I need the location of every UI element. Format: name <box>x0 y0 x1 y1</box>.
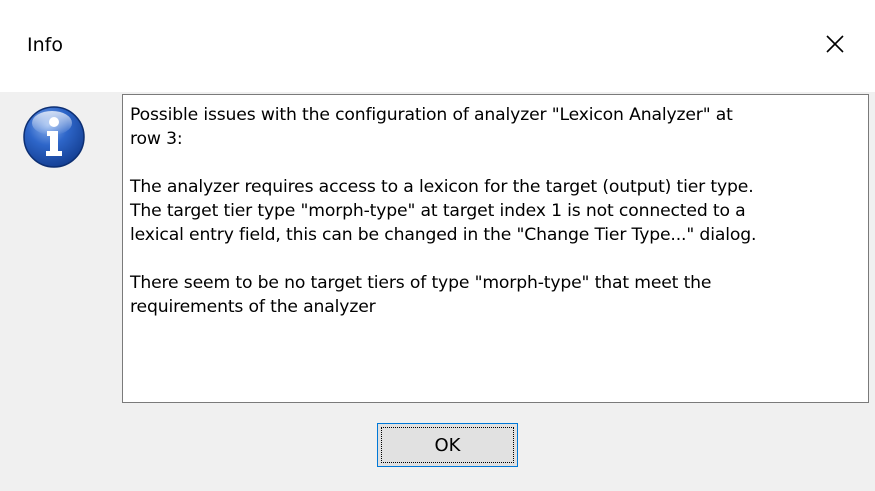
title-bar[interactable]: Info <box>0 0 875 92</box>
message-paragraph-1: Possible issues with the configuration o… <box>130 105 733 149</box>
message-paragraph-3: There seem to be no target tiers of type… <box>130 273 712 317</box>
ok-button[interactable]: OK <box>377 423 518 467</box>
info-icon <box>23 106 85 168</box>
close-button[interactable] <box>795 0 875 88</box>
info-dialog: Info Possible issues with the configurat… <box>0 0 875 491</box>
message-paragraph-2: The analyzer requires access to a lexico… <box>130 177 757 245</box>
window-title: Info <box>27 34 63 56</box>
message-text-area[interactable]: Possible issues with the configuration o… <box>122 94 869 403</box>
ok-button-label: OK <box>434 434 461 456</box>
close-icon <box>826 35 844 53</box>
